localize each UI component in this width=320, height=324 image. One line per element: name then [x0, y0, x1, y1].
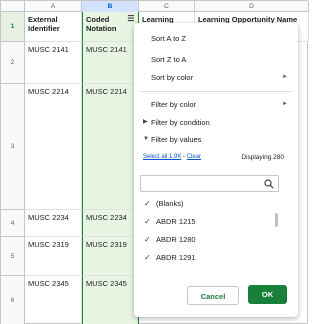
- row-header-3[interactable]: 3: [1, 84, 25, 210]
- value-label: ABDR 1291: [156, 253, 196, 262]
- row-header-2[interactable]: 2: [1, 42, 25, 84]
- cell-b6[interactable]: MUSC 2345: [82, 276, 139, 324]
- filter-by-values-label: Filter by values: [151, 135, 202, 144]
- filter-menu: Sort A to Z Sort Z to A Sort by color ► …: [134, 23, 298, 317]
- filter-by-color-item[interactable]: Filter by color ►: [134, 96, 298, 113]
- sort-by-color-item[interactable]: Sort by color ►: [134, 69, 298, 86]
- triangle-down-icon: ▼: [143, 136, 149, 142]
- cell-a4[interactable]: MUSC 2234: [25, 210, 82, 237]
- filter-by-color-label: Filter by color: [151, 100, 197, 109]
- filter-by-values-item[interactable]: ▼ Filter by values: [134, 131, 298, 148]
- value-item-abdr-1215[interactable]: ✓ ABDR 1215: [144, 215, 196, 229]
- sort-a-to-z-item[interactable]: Sort A to Z: [134, 30, 298, 47]
- cell-b5[interactable]: MUSC 2319: [82, 237, 139, 276]
- row-header-1[interactable]: 1: [1, 12, 25, 42]
- menu-divider: [140, 91, 292, 92]
- ok-button[interactable]: OK: [248, 285, 287, 304]
- clear-link[interactable]: Clear: [187, 154, 201, 160]
- chevron-right-icon: ►: [282, 101, 288, 107]
- row-header-5[interactable]: 5: [1, 237, 25, 276]
- checkmark-icon: ✓: [144, 235, 151, 244]
- triangle-right-icon: ▶: [143, 119, 148, 125]
- value-label: ABDR 1280: [156, 235, 196, 244]
- checkmark-icon: ✓: [144, 199, 151, 208]
- cell-b3[interactable]: MUSC 2214: [82, 84, 139, 210]
- filter-by-condition-label: Filter by condition: [151, 118, 210, 127]
- spreadsheet: A B C D 1 2 3 4 5 6 External Identifier …: [0, 0, 309, 324]
- cell-a6[interactable]: MUSC 2345: [25, 276, 82, 324]
- displaying-count: Displaying 280: [241, 154, 284, 161]
- cell-a5[interactable]: MUSC 2319: [25, 237, 82, 276]
- search-icon: [264, 179, 274, 189]
- checkmark-icon: ✓: [144, 217, 151, 226]
- column-header-bar: A B C D: [1, 1, 309, 12]
- column-header-a[interactable]: A: [25, 1, 82, 12]
- select-all-corner[interactable]: [1, 1, 25, 12]
- column-header-b[interactable]: B: [82, 1, 139, 12]
- select-clear-row: Select all 1.9K - Clear: [143, 154, 201, 160]
- header-cell-external-identifier[interactable]: External Identifier: [25, 12, 82, 42]
- value-item-abdr-1280[interactable]: ✓ ABDR 1280: [144, 233, 196, 247]
- cancel-button[interactable]: Cancel: [187, 286, 239, 305]
- cell-a2[interactable]: MUSC 2141: [25, 42, 82, 84]
- values-scrollbar[interactable]: [275, 213, 278, 227]
- value-item-blanks[interactable]: ✓ (Blanks): [144, 197, 184, 211]
- cell-b2[interactable]: MUSC 2141: [82, 42, 139, 84]
- header-cell-label: Coded Notation: [86, 15, 117, 33]
- select-all-link[interactable]: Select all 1.9K: [143, 154, 181, 160]
- value-label: ABDR 1215: [156, 217, 196, 226]
- cell-b4[interactable]: MUSC 2234: [82, 210, 139, 237]
- sort-z-to-a-item[interactable]: Sort Z to A: [134, 51, 298, 68]
- row-header-6[interactable]: 6: [1, 276, 25, 324]
- column-header-c[interactable]: C: [139, 1, 195, 12]
- header-cell-coded-notation[interactable]: Coded Notation ☰: [82, 12, 139, 42]
- sort-by-color-label: Sort by color: [151, 73, 194, 82]
- filter-icon[interactable]: ☰: [126, 15, 136, 23]
- checkmark-icon: ✓: [144, 253, 151, 262]
- filter-by-condition-item[interactable]: ▶ Filter by condition: [134, 114, 298, 131]
- column-header-d[interactable]: D: [195, 1, 309, 12]
- chevron-right-icon: ►: [282, 74, 288, 80]
- value-item-abdr-1291[interactable]: ✓ ABDR 1291: [144, 251, 196, 265]
- value-label: (Blanks): [156, 199, 184, 208]
- search-input[interactable]: [140, 175, 279, 192]
- cell-a3[interactable]: MUSC 2214: [25, 84, 82, 210]
- row-header-4[interactable]: 4: [1, 210, 25, 237]
